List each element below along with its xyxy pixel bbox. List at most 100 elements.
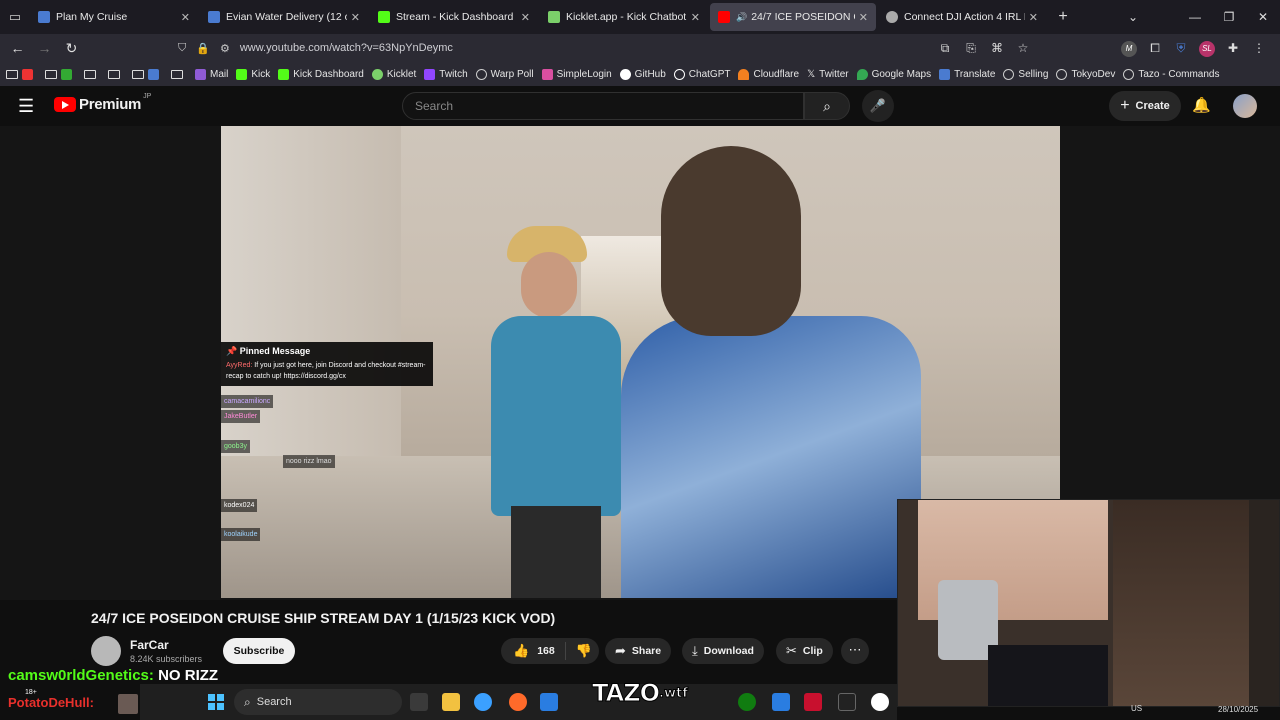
bookmark-kick-dashboard[interactable]: Kick Dashboard xyxy=(278,68,364,80)
pinned-title: Pinned Message xyxy=(239,346,311,356)
voice-search-button[interactable]: 🎤 xyxy=(862,90,894,122)
bookmark-warp-poll[interactable]: Warp Poll xyxy=(475,68,534,80)
notifications-bell-icon[interactable]: 🔔 xyxy=(1192,96,1211,114)
bookmark-chatgpt[interactable]: ChatGPT xyxy=(673,68,730,80)
list-all-tabs-icon[interactable]: ⌄ xyxy=(1116,10,1150,24)
bookmark-folder[interactable] xyxy=(45,68,76,80)
video-title: 24/7 ICE POSEIDON CRUISE SHIP STREAM DAY… xyxy=(91,610,556,626)
store-icon[interactable] xyxy=(540,693,558,711)
translate-icon[interactable]: ⌘ xyxy=(984,41,1010,55)
bookmark-star-icon[interactable]: ☆ xyxy=(1010,41,1036,55)
browser-tab[interactable]: Evian Water Delivery (12 or 24 l ✕ xyxy=(200,3,368,31)
browser-tab[interactable]: Plan My Cruise ✕ xyxy=(30,3,198,31)
bookmark-kicklet[interactable]: Kicklet xyxy=(371,68,416,80)
channel-name[interactable]: FarCar xyxy=(130,638,169,652)
forward-icon[interactable]: → xyxy=(31,40,58,56)
bookmark-simplelogin[interactable]: SimpleLogin xyxy=(541,68,612,80)
more-actions-button[interactable]: ⋯ xyxy=(841,638,869,664)
bookmark-twitter[interactable]: 𝕏 Twitter xyxy=(807,69,849,80)
close-icon[interactable]: ✕ xyxy=(1029,11,1038,24)
back-icon[interactable]: ← xyxy=(4,40,31,56)
lock-icon[interactable]: 🔒 xyxy=(196,42,210,55)
account-avatar[interactable] xyxy=(1233,94,1257,118)
epic-games-icon[interactable] xyxy=(838,693,856,711)
address-bar[interactable]: ⛉ 🔒 ⚙ www.youtube.com/watch?v=63NpYnDeym… xyxy=(170,36,1020,60)
bookmark-cloudflare[interactable]: Cloudflare xyxy=(738,68,799,80)
speaker-icon[interactable]: 🔊 xyxy=(736,12,747,23)
bookmark-folder[interactable] xyxy=(132,68,163,80)
search-input[interactable]: Search xyxy=(402,92,804,120)
bookmark-tokyodev[interactable]: TokyoDev xyxy=(1056,68,1115,80)
browser-tab[interactable]: Kicklet.app - Kick Chatbot and ( ✕ xyxy=(540,3,708,31)
bookmark-google-maps[interactable]: Google Maps xyxy=(856,68,931,80)
browser-tab[interactable]: Stream - Kick Dashboard ✕ xyxy=(370,3,538,31)
file-explorer-icon[interactable] xyxy=(442,693,460,711)
menu-icon[interactable]: ⋮ xyxy=(1246,41,1272,55)
browser-tab[interactable]: Connect DJI Action 4 IRL Pro ✕ xyxy=(878,3,1046,31)
save-page-icon[interactable]: ⎘ xyxy=(958,41,984,56)
extensions-puzzle-icon[interactable]: ✚ xyxy=(1220,41,1246,55)
picture-in-picture-icon[interactable]: ⧉ xyxy=(932,41,958,56)
new-tab-button[interactable]: + xyxy=(1048,8,1078,26)
tab-title: Plan My Cruise xyxy=(56,11,128,23)
close-icon[interactable]: ✕ xyxy=(351,11,360,24)
highlight-message: NO RIZZ xyxy=(158,667,219,684)
close-window-icon[interactable]: ✕ xyxy=(1246,10,1280,24)
bookmark-twitch[interactable]: Twitch xyxy=(424,68,468,80)
profile-sl-icon[interactable]: SL xyxy=(1194,40,1220,57)
download-button[interactable]: ⤓ Download xyxy=(682,638,764,664)
tab-list-icon[interactable]: ▭ xyxy=(0,0,30,34)
url-text[interactable]: www.youtube.com/watch?v=63NpYnDeymc xyxy=(240,42,453,54)
clip-button[interactable]: ✂ Clip xyxy=(776,638,833,664)
app-icon[interactable] xyxy=(772,693,790,711)
bookmark-kick[interactable]: Kick xyxy=(236,68,270,80)
close-icon[interactable]: ✕ xyxy=(859,11,868,24)
bookmark-folder[interactable] xyxy=(171,69,187,79)
reload-icon[interactable]: ↻ xyxy=(58,40,85,57)
bookmark-github[interactable]: GitHub xyxy=(619,68,666,80)
shield-extension-icon[interactable]: ⛨ xyxy=(1168,41,1194,56)
extension-icon[interactable]: ⧠ xyxy=(1142,41,1168,56)
xbox-icon[interactable] xyxy=(738,693,756,711)
channel-avatar[interactable] xyxy=(91,636,121,666)
bookmark-mail[interactable]: Mail xyxy=(195,68,228,80)
browser-tab-active[interactable]: 🔊 24/7 ICE POSEIDON CRUISE ✕ xyxy=(710,3,876,31)
share-button[interactable]: ➦ Share xyxy=(605,638,672,664)
minimize-icon[interactable]: — xyxy=(1178,10,1212,24)
bookmark-folder[interactable] xyxy=(108,69,124,79)
like-button[interactable]: 👍 168 xyxy=(501,642,566,660)
restore-icon[interactable]: ❐ xyxy=(1212,10,1246,24)
subscribe-button[interactable]: Subscribe xyxy=(223,638,295,664)
windows-start-icon[interactable] xyxy=(208,694,224,710)
shield-icon[interactable]: ⛉ xyxy=(178,42,186,55)
youtube-premium-logo[interactable]: Premium JP xyxy=(54,93,151,113)
close-icon[interactable]: ✕ xyxy=(691,11,700,24)
search-button[interactable]: ⌕ xyxy=(804,92,850,120)
close-icon[interactable]: ✕ xyxy=(521,11,530,24)
profile-m-icon[interactable]: M xyxy=(1116,40,1142,57)
bookmark-translate[interactable]: Translate xyxy=(939,68,995,80)
tab-favicon xyxy=(208,11,220,23)
bookmark-selling[interactable]: Selling xyxy=(1003,68,1048,80)
share-label: Share xyxy=(631,645,662,657)
obs-icon[interactable] xyxy=(871,693,889,711)
bookmark-tazo-commands[interactable]: Tazo - Commands xyxy=(1123,68,1219,80)
dislike-button[interactable]: 👎 xyxy=(566,643,592,659)
overlay-username: PotatoDeHull: xyxy=(8,695,94,710)
close-icon[interactable]: ✕ xyxy=(181,11,190,24)
task-view-icon[interactable] xyxy=(410,693,428,711)
create-button[interactable]: + Create xyxy=(1109,91,1181,121)
pinned-text: If you just got here, join Discord and c… xyxy=(226,362,426,380)
webcam-overlay xyxy=(897,499,1280,707)
taskbar-search[interactable]: ⌕ Search xyxy=(234,689,402,715)
menu-hamburger-icon[interactable]: ☰ xyxy=(18,96,34,117)
copilot-icon[interactable] xyxy=(474,693,492,711)
app-icon[interactable] xyxy=(804,693,822,711)
search-icon: ⌕ xyxy=(244,694,251,709)
bookmark-folder[interactable] xyxy=(6,68,37,80)
thumbs-up-icon: 👍 xyxy=(513,643,530,658)
permissions-icon[interactable]: ⚙ xyxy=(220,42,230,55)
youtube-favicon xyxy=(718,11,730,23)
firefox-icon[interactable] xyxy=(509,693,527,711)
bookmark-folder[interactable] xyxy=(84,69,100,79)
